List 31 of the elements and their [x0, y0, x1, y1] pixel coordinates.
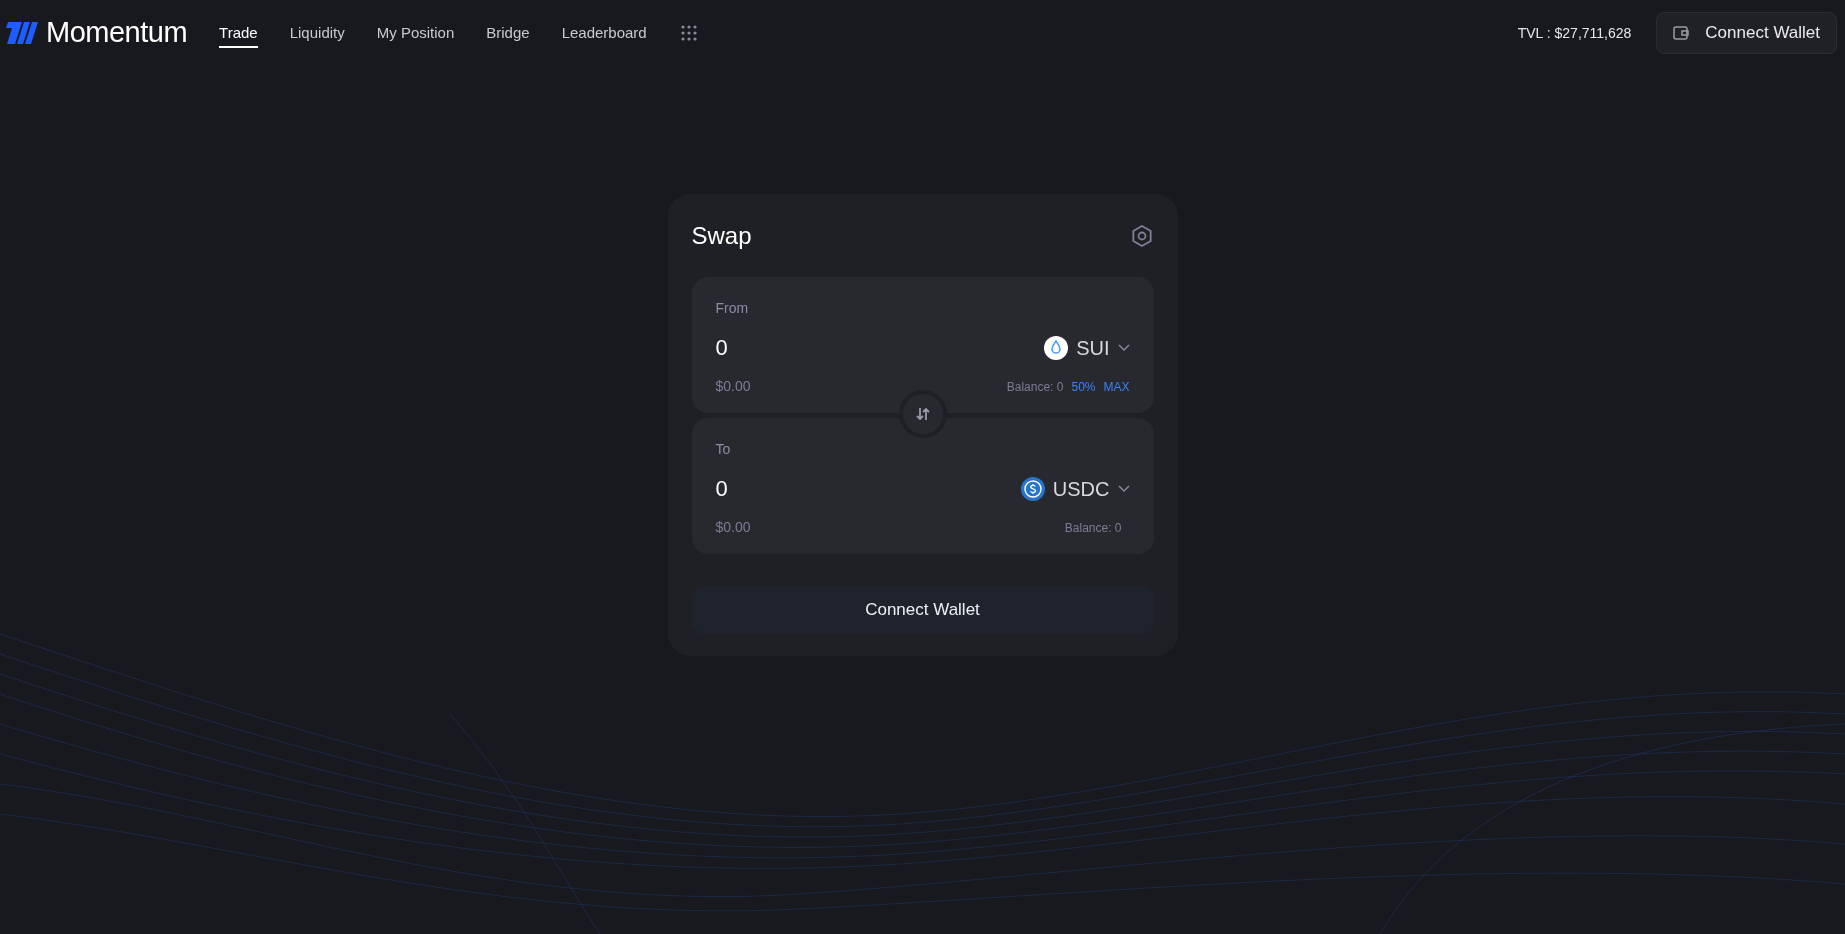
brand-name: Momentum [46, 15, 188, 51]
balance-text: Balance: 0 [1006, 378, 1064, 396]
amount-input[interactable]: 0 [715, 331, 916, 364]
nav-tab[interactable]: Liquidity [289, 17, 345, 49]
balance-preset-link[interactable]: MAX [1103, 377, 1130, 396]
token-selector[interactable]: SUI [1044, 332, 1130, 363]
usd-value: $0.00 [715, 518, 751, 537]
logo-icon [4, 20, 40, 46]
chevron-down-icon [1117, 484, 1130, 493]
connect-wallet-button[interactable]: Connect Wallet [691, 586, 1154, 634]
connect-wallet-button[interactable]: Connect Wallet [1656, 12, 1837, 54]
token-dollar-icon [1020, 476, 1045, 501]
settings-icon[interactable] [1129, 224, 1154, 248]
chevron-down-icon [1117, 343, 1130, 352]
token-selector[interactable]: USDC [1020, 473, 1130, 504]
nav-tab[interactable]: My Position [376, 17, 455, 49]
nav-tab[interactable]: Trade [219, 17, 258, 49]
swap-title: Swap [691, 221, 752, 251]
token-droplet-icon [1044, 335, 1069, 360]
nav-tab[interactable]: Leaderboard [561, 17, 647, 49]
amount-input[interactable]: 0 [715, 472, 916, 505]
nav-tab[interactable]: Bridge [486, 17, 530, 49]
balance-preset-link[interactable]: 50% [1071, 377, 1096, 396]
wallet-icon [1673, 26, 1690, 40]
apps-grid-icon[interactable] [680, 25, 697, 41]
tvl-value: TVL : $27,711,628 [1517, 23, 1632, 43]
panel-label: To [715, 442, 732, 456]
usd-value: $0.00 [715, 377, 751, 396]
panel-label: From [715, 301, 750, 315]
balance-text: Balance: 0 [1064, 519, 1122, 537]
swap-arrows-icon [914, 406, 931, 422]
